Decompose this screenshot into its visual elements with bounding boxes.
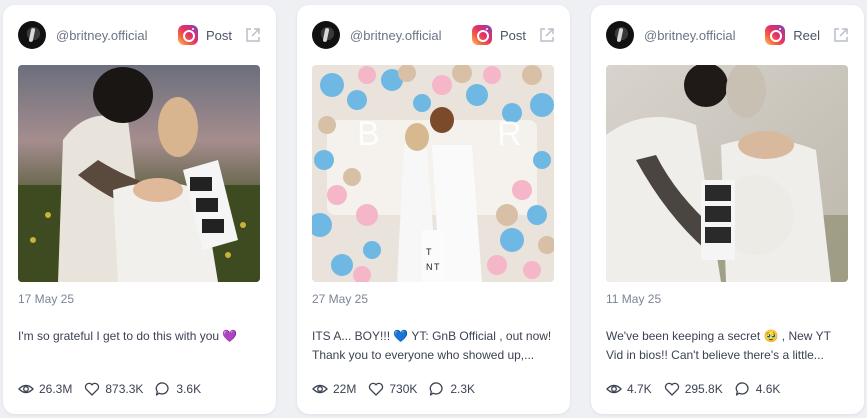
post-type-label: Post bbox=[205, 27, 232, 43]
post-image[interactable] bbox=[18, 65, 260, 282]
likes-stat: 873.3K bbox=[84, 381, 143, 397]
likes-count: 730K bbox=[389, 382, 418, 396]
eye-icon bbox=[18, 384, 34, 394]
likes-stat: 295.8K bbox=[664, 381, 723, 397]
instagram-icon bbox=[765, 25, 786, 45]
comments-count: 4.6K bbox=[755, 382, 781, 396]
comments-stat: 4.6K bbox=[735, 381, 781, 397]
account-handle[interactable]: @britney.official bbox=[350, 28, 472, 43]
external-link-icon[interactable] bbox=[538, 26, 556, 44]
comments-count: 3.6K bbox=[176, 382, 202, 396]
caption-line: I'm so grateful I get to do this with yo… bbox=[18, 329, 238, 343]
eye-icon bbox=[312, 384, 328, 394]
views-stat: 4.7K bbox=[606, 381, 652, 397]
post-type-label: Post bbox=[499, 27, 526, 43]
views-stat: 22M bbox=[312, 381, 356, 397]
post-card[interactable]: @britney.official Reel 11 May 25 We've b… bbox=[591, 5, 864, 414]
heart-icon bbox=[85, 382, 100, 396]
avatar[interactable] bbox=[312, 21, 340, 49]
svg-text:B: B bbox=[357, 115, 380, 153]
card-header: @britney.official Post bbox=[18, 20, 262, 50]
post-stats: 26.3M 873.3K 3.6K bbox=[18, 380, 213, 398]
avatar[interactable] bbox=[18, 21, 46, 49]
post-image[interactable]: B R T N T bbox=[312, 65, 554, 282]
post-stats: 4.7K 295.8K 4.6K bbox=[606, 380, 792, 398]
caption-line: We've been keeping a secret 🥹 , New YT bbox=[606, 329, 831, 343]
external-link-icon[interactable] bbox=[244, 26, 262, 44]
heart-icon bbox=[664, 382, 679, 396]
svg-text:T: T bbox=[426, 247, 432, 257]
likes-count: 873.3K bbox=[105, 382, 144, 396]
views-count: 4.7K bbox=[627, 382, 652, 396]
account-handle[interactable]: @britney.official bbox=[56, 28, 178, 43]
caption-line: ITS A... BOY!!! 💙 YT: GnB Official , out… bbox=[312, 329, 552, 343]
post-card[interactable]: @britney.official Post bbox=[3, 5, 276, 414]
instagram-icon bbox=[177, 25, 198, 45]
comments-stat: 3.6K bbox=[155, 381, 201, 397]
comments-stat: 2.3K bbox=[429, 381, 475, 397]
post-card[interactable]: @britney.official Post bbox=[297, 5, 570, 414]
post-caption: I'm so grateful I get to do this with yo… bbox=[18, 327, 262, 346]
post-date: 11 May 25 bbox=[606, 292, 662, 306]
post-date: 27 May 25 bbox=[312, 292, 369, 306]
comment-icon bbox=[430, 382, 443, 396]
card-header: @britney.official Reel bbox=[606, 20, 850, 50]
heart-icon bbox=[369, 382, 384, 396]
post-stats: 22M 730K 2.3K bbox=[312, 380, 487, 398]
external-link-icon[interactable] bbox=[832, 26, 850, 44]
eye-icon bbox=[606, 384, 622, 394]
svg-text:N: N bbox=[426, 262, 433, 272]
post-type-label: Reel bbox=[793, 27, 820, 43]
svg-text:R: R bbox=[497, 115, 522, 153]
post-caption: We've been keeping a secret 🥹 , New YT V… bbox=[606, 327, 850, 365]
views-count: 26.3M bbox=[39, 382, 73, 396]
comment-icon bbox=[156, 382, 169, 396]
avatar[interactable] bbox=[606, 21, 634, 49]
likes-count: 295.8K bbox=[684, 382, 723, 396]
instagram-icon bbox=[471, 25, 492, 45]
post-caption: ITS A... BOY!!! 💙 YT: GnB Official , out… bbox=[312, 327, 556, 365]
caption-line: Vid in bios!! Can't believe there's a li… bbox=[606, 348, 824, 362]
caption-line: Thank you to everyone who showed up,... bbox=[312, 348, 535, 362]
post-image[interactable] bbox=[606, 65, 848, 282]
comments-count: 2.3K bbox=[450, 382, 476, 396]
card-header: @britney.official Post bbox=[312, 20, 556, 50]
views-count: 22M bbox=[333, 382, 357, 396]
post-date: 17 May 25 bbox=[18, 292, 75, 306]
views-stat: 26.3M bbox=[18, 381, 72, 397]
likes-stat: 730K bbox=[368, 381, 417, 397]
account-handle[interactable]: @britney.official bbox=[644, 28, 765, 43]
svg-text:T: T bbox=[434, 262, 440, 272]
comment-icon bbox=[735, 382, 749, 396]
